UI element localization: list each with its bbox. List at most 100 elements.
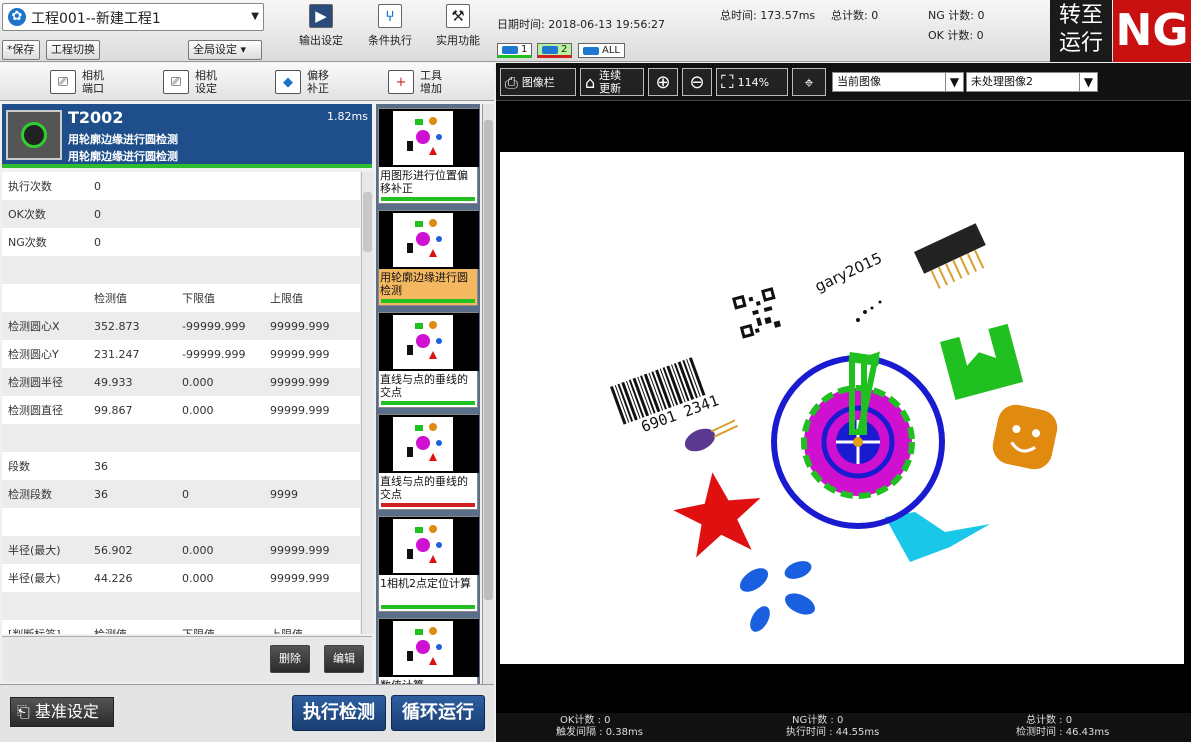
param-row[interactable] — [2, 592, 360, 620]
offset-correction-button[interactable]: ◆ 偏移 补正 — [275, 67, 329, 97]
scroll-thumb[interactable] — [363, 192, 372, 252]
param-cell: 0.000 — [182, 403, 214, 417]
run-switch-line1: 转至 — [1058, 3, 1103, 28]
current-image-select[interactable]: 当前图像 ▼ — [832, 72, 964, 92]
output-icon: ▶ — [309, 4, 333, 28]
output-settings-button[interactable]: ▶ 输出设定 — [287, 2, 355, 60]
continuous-update-button[interactable]: ⌂ 连续 更新 — [580, 68, 644, 96]
fit-zoom-button[interactable]: ⛶ 114% — [716, 68, 788, 96]
tool-card-label: 1相机2点定位计算 — [380, 577, 471, 590]
camera-icon — [542, 45, 558, 54]
save-button[interactable]: *保存 — [2, 40, 40, 60]
param-cell: 半径(最大) — [8, 544, 61, 557]
camera-settings-button[interactable]: ⎚ 相机 设定 — [163, 67, 217, 97]
inspection-image[interactable]: 6901 2341 gary2015 — [500, 152, 1184, 664]
param-row[interactable]: 检测圆半径 49.933 0.000 99999.999 — [2, 368, 360, 396]
tool-card[interactable]: 1相机2点定位计算 — [378, 516, 479, 612]
utility-button[interactable]: ⚒ 实用功能 — [424, 2, 492, 60]
scroll-thumb[interactable] — [484, 120, 493, 600]
toolbar-label: 相机 — [82, 69, 104, 82]
param-cell: 0 — [94, 235, 101, 249]
param-row[interactable]: 段数 36 — [2, 452, 360, 480]
params-scrollbar[interactable] — [361, 172, 373, 634]
image-toolbar: ⎙ 图像栏 ⌂ 连续 更新 ⊕ ⊖ ⛶ 114% ⌖ 当前图像 ▼ 未处理图像2 ▼ — [496, 63, 1191, 101]
loop-run-button[interactable]: 循环运行 — [391, 695, 485, 731]
param-row[interactable]: NG次数 0 — [2, 228, 360, 256]
param-cell: 99999.999 — [270, 403, 330, 417]
tool-thumbnail — [379, 313, 479, 371]
barcode: 6901 2341 — [610, 357, 721, 436]
tool-card[interactable]: 数值计算 — [378, 618, 479, 684]
ng-count: NG 计数: 0 — [928, 9, 985, 22]
param-cell: 检测圆心Y — [8, 348, 59, 361]
param-cell: 上限值 — [270, 292, 303, 305]
camera-chip-2[interactable]: 2 — [537, 43, 573, 58]
tool-card[interactable]: 用轮廓边缘进行圆检测 — [378, 210, 479, 306]
param-row[interactable]: 半径(最大) 56.902 0.000 99999.999 — [2, 536, 360, 564]
ok-count: OK 计数: 0 — [928, 29, 984, 42]
run-switch-line2: 运行 — [1058, 31, 1103, 56]
tool-name-sub: 用轮廓边缘进行圆检测 — [68, 150, 178, 163]
cyan-shape — [885, 512, 990, 562]
add-tool-button[interactable]: + 工具 增加 — [388, 67, 442, 97]
tool-list-scrollbar[interactable] — [482, 104, 494, 684]
param-row[interactable]: 检测值 下限值 上限值 — [2, 284, 360, 312]
param-row[interactable]: OK次数 0 — [2, 200, 360, 228]
param-cell: 9999 — [270, 487, 298, 501]
param-cell: 检测段数 — [8, 488, 52, 501]
ic-chip — [914, 223, 986, 289]
tool-id: T2002 — [68, 108, 124, 127]
fit-icon: ⛶ — [721, 71, 734, 93]
edit-button[interactable]: 编辑 — [324, 645, 364, 673]
camera-chip-1[interactable]: 1 — [497, 43, 533, 58]
param-cell: 检测圆直径 — [8, 404, 63, 417]
param-cell: 36 — [94, 487, 108, 501]
camera-chip-all[interactable]: ALL — [578, 43, 625, 58]
circle-detection-overlay — [771, 351, 945, 529]
param-row[interactable]: 检测段数 36 0 9999 — [2, 480, 360, 508]
tool-card[interactable]: 直线与点的垂线的交点 — [378, 414, 479, 510]
param-row[interactable]: 半径(最大) 44.226 0.000 99999.999 — [2, 564, 360, 592]
tool-card-label: 用图形进行位置偏移补正 — [380, 169, 468, 195]
base-settings-button[interactable]: ⎗ 基准设定 — [10, 697, 114, 727]
zoom-out-icon[interactable]: ⊖ — [682, 68, 712, 96]
param-row[interactable]: [判断标签]检测值下限值上限值 — [2, 620, 360, 634]
zoom-in-icon[interactable]: ⊕ — [648, 68, 678, 96]
tool-thumbnail — [379, 517, 479, 575]
chevron-down-icon: ▼ — [251, 11, 259, 22]
param-cell: 0.000 — [182, 543, 214, 557]
toolbar-label: 工具 — [420, 69, 442, 82]
conditional-exec-button[interactable]: ⑂ 条件执行 — [356, 2, 424, 60]
param-cell: [判断标签] — [2, 626, 94, 634]
camera-icon — [502, 45, 518, 54]
switch-to-run-button[interactable]: 转至 运行 — [1050, 0, 1112, 62]
tool-card[interactable]: 直线与点的垂线的交点 — [378, 312, 479, 408]
param-row[interactable] — [2, 424, 360, 452]
total-time: 总时间: 173.57ms — [720, 9, 816, 22]
camera-port-icon: ⎚ — [50, 70, 76, 94]
output-settings-label: 输出设定 — [299, 34, 343, 47]
param-row[interactable] — [2, 508, 360, 536]
total-count: 总计数: 0 — [831, 9, 879, 22]
param-cell: 99999.999 — [270, 571, 330, 585]
param-cell: 检测圆半径 — [8, 376, 63, 389]
tool-card[interactable]: 用图形进行位置偏移补正 — [378, 108, 479, 204]
unprocessed-image-select[interactable]: 未处理图像2 ▼ — [966, 72, 1098, 92]
tool-status-bar — [381, 401, 475, 405]
param-row[interactable]: 检测圆心X 352.873 -99999.999 99999.999 — [2, 312, 360, 340]
execute-detect-button[interactable]: 执行检测 — [292, 695, 386, 731]
param-cell: 检测值 — [94, 292, 127, 305]
current-image-value: 当前图像 — [837, 75, 881, 88]
param-row[interactable] — [2, 256, 360, 284]
param-row[interactable]: 检测圆心Y 231.247 -99999.999 99999.999 — [2, 340, 360, 368]
param-row[interactable]: 执行次数 0 — [2, 172, 360, 200]
crosshair-icon[interactable]: ⌖ — [792, 68, 826, 96]
delete-button[interactable]: 删除 — [270, 645, 310, 673]
camera-port-button[interactable]: ⎚ 相机 端口 — [50, 67, 104, 97]
switch-project-button[interactable]: 工程切换 — [46, 40, 100, 60]
image-bar-button[interactable]: ⎙ 图像栏 — [500, 68, 576, 96]
global-settings-button[interactable]: 全局设定 ▾ — [188, 40, 262, 60]
project-selector[interactable]: ✿ 工程001--新建工程1 ▼ — [2, 3, 264, 31]
image-bar-label: 图像栏 — [521, 75, 555, 89]
param-row[interactable]: 检测圆直径 99.867 0.000 99999.999 — [2, 396, 360, 424]
